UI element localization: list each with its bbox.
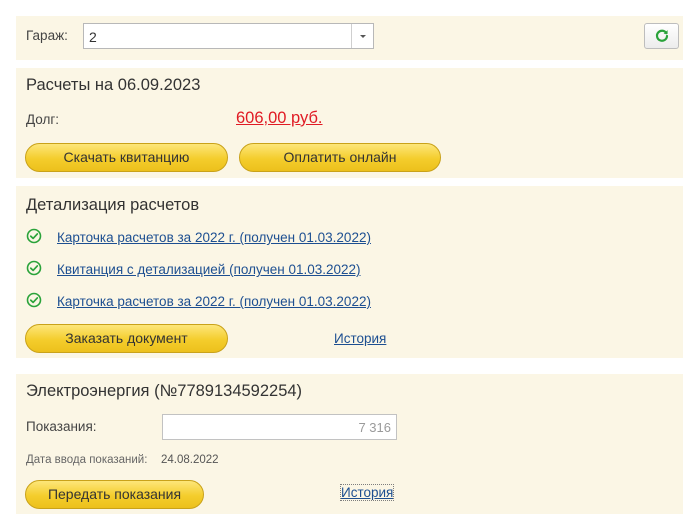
order-document-button[interactable]: Заказать документ [25,324,228,353]
details-title: Детализация расчетов [26,196,200,214]
chevron-down-icon[interactable] [351,24,373,48]
check-circle-icon [26,260,42,276]
garage-select-value: 2 [89,29,97,45]
reading-date-value: 24.08.2022 [161,454,219,466]
calculations-title: Расчеты на 06.09.2023 [26,76,201,94]
details-history-link[interactable]: История [334,331,386,346]
garage-panel: Гараж: 2 [16,16,683,60]
debt-value[interactable]: 606,00 руб. [236,109,323,128]
check-circle-icon [26,292,42,308]
calculations-panel: Расчеты на 06.09.2023 Долг: 606,00 руб. … [16,68,683,178]
document-link[interactable]: Карточка расчетов за 2022 г. (получен 01… [57,230,371,245]
debt-label: Долг: [26,112,60,127]
submit-readings-button[interactable]: Передать показания [25,480,204,509]
pay-online-button[interactable]: Оплатить онлайн [239,143,441,172]
check-circle-icon [26,228,42,244]
electricity-history-link[interactable]: История [339,484,395,501]
electricity-title: Электроэнергия (№7789134592254) [26,382,303,400]
electricity-panel: Электроэнергия (№7789134592254) Показани… [16,374,683,514]
garage-select[interactable]: 2 [83,23,374,49]
document-link[interactable]: Карточка расчетов за 2022 г. (получен 01… [57,294,371,309]
readings-value: 7 316 [358,420,391,435]
download-receipt-button[interactable]: Скачать квитанцию [25,143,228,172]
readings-input[interactable]: 7 316 [162,414,397,440]
details-panel: Детализация расчетов Карточка расчетов з… [16,186,683,358]
reading-date-label: Дата ввода показаний: [26,454,148,466]
readings-label: Показания: [26,419,97,434]
garage-label: Гараж: [26,28,68,43]
refresh-button[interactable] [644,23,679,49]
refresh-icon [655,29,669,42]
document-link[interactable]: Квитанция с детализацией (получен 01.03.… [57,262,361,277]
